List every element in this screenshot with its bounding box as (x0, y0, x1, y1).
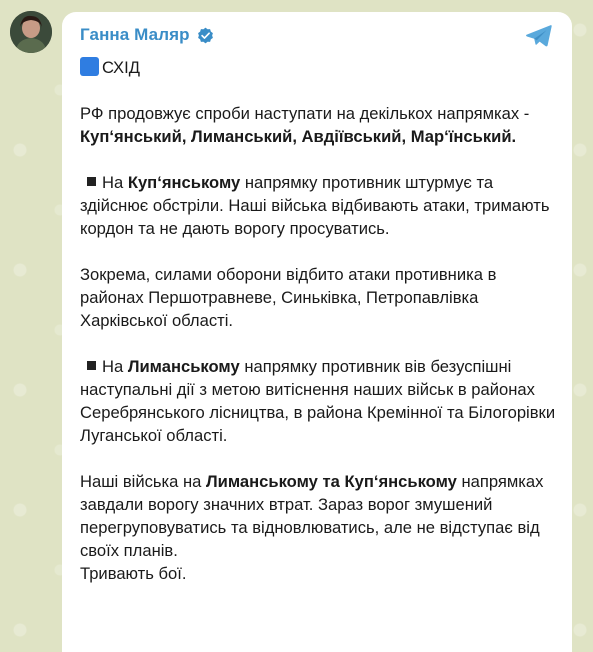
paragraph-6: Тривають бої. (80, 564, 187, 583)
telegram-share-icon[interactable] (525, 24, 553, 48)
paragraph-2-text-a: На (102, 173, 128, 192)
paragraph-5: Наші війська на Лиманському та Куп‘янськ… (80, 470, 562, 562)
paragraph-5-bold: Лиманському та Куп‘янському (206, 472, 457, 491)
paragraph-4: На Лиманському напрямку противник вів бе… (80, 355, 562, 447)
avatar-image (10, 11, 52, 53)
paragraph-5-text-a: Наші війська на (80, 472, 207, 491)
section-label: СХІД (102, 58, 140, 77)
paragraph-3: Зокрема, силами оборони відбито атаки пр… (80, 265, 497, 330)
message-header: Ганна Маляр (80, 25, 214, 45)
message-text: СХІД РФ продовжує спроби наступати на де… (80, 56, 562, 585)
paragraph-1-text: РФ продовжує спроби наступати на декільк… (80, 104, 530, 123)
verified-badge-icon (197, 27, 213, 43)
avatar[interactable] (10, 11, 52, 53)
black-square-icon (87, 361, 96, 370)
channel-name[interactable]: Ганна Маляр (80, 25, 190, 45)
paragraph-1: РФ продовжує спроби наступати на декільк… (80, 102, 562, 148)
blue-square-icon (80, 57, 99, 76)
section-heading: СХІД (80, 56, 562, 79)
paragraph-2: На Куп‘янському напрямку противник штурм… (80, 171, 562, 240)
paragraph-2-bold: Куп‘янському (127, 173, 241, 192)
paragraph-1-bold: Куп‘янський, Лиманський, Авдіївський, Ма… (80, 127, 517, 146)
black-square-icon (87, 177, 96, 186)
paragraph-4-bold: Лиманському (127, 357, 240, 376)
paragraph-4-text-a: На (102, 357, 128, 376)
